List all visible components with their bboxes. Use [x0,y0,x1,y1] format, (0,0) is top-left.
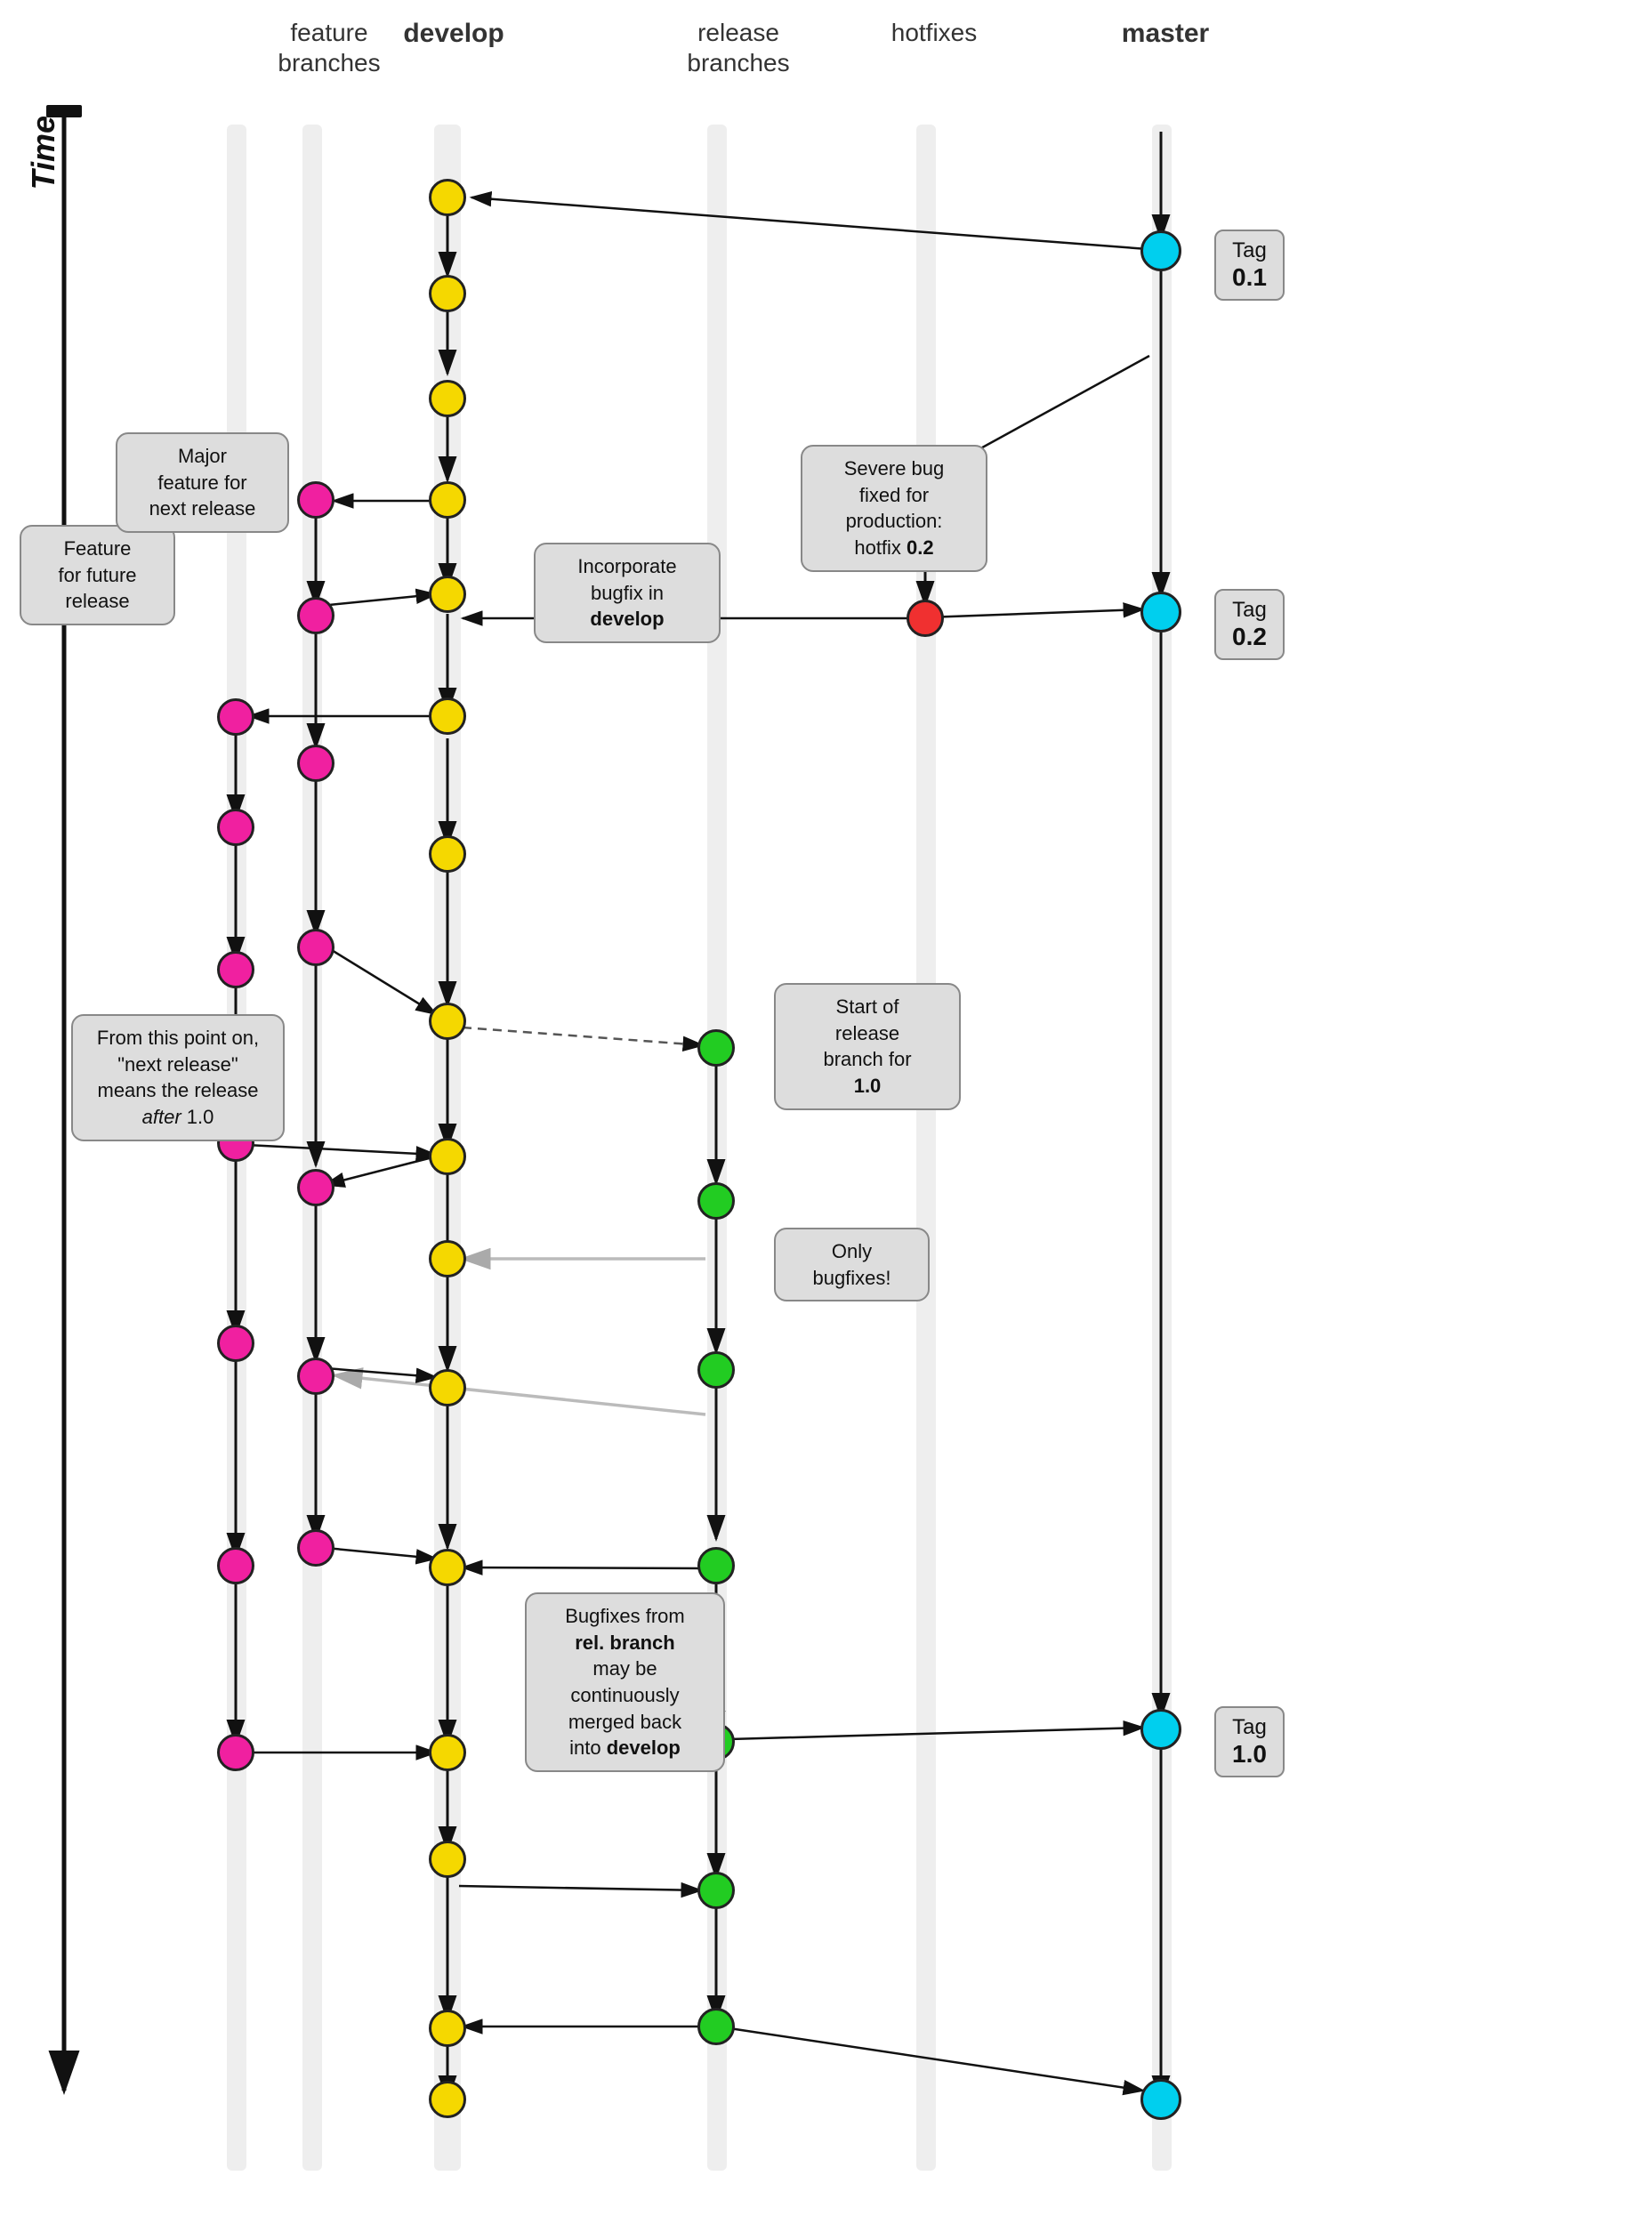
callout-severe-bug: Severe bugfixed forproduction:hotfix 0.2 [801,445,987,572]
node-fl-7 [217,1734,254,1771]
node-develop-1 [429,179,466,216]
node-develop-8 [429,1003,466,1040]
node-master-10 [1140,1709,1181,1750]
node-master-01 [1140,230,1181,271]
node-rel-7 [697,2008,735,2045]
callout-major-feature: Majorfeature fornext release [116,432,289,533]
node-develop-12 [429,1549,466,1586]
node-develop-7 [429,835,466,873]
tag-02-value: 0.2 [1232,623,1267,651]
tag-02: Tag 0.2 [1214,589,1285,660]
node-develop-11 [429,1369,466,1406]
node-develop-2 [429,275,466,312]
node-develop-15 [429,2010,466,2047]
node-fl-6 [217,1547,254,1584]
node-rel-1 [697,1029,735,1067]
node-develop-5 [429,576,466,613]
callout-bugfixes-from-rel: Bugfixes fromrel. branchmay becontinuous… [525,1592,725,1772]
node-fr-1 [297,481,334,519]
node-develop-3 [429,380,466,417]
tag-01-value: 0.1 [1232,263,1267,292]
node-develop-14 [429,1841,466,1878]
node-fr-3 [297,745,334,782]
diagram: featurebranches develop releasebranches … [0,0,1652,2224]
callout-start-release: Start ofreleasebranch for1.0 [774,983,961,1110]
node-develop-4 [429,481,466,519]
tag-10-label: Tag [1232,1715,1267,1740]
tag-10: Tag 1.0 [1214,1706,1285,1777]
callout-only-bugfixes: Onlybugfixes! [774,1228,930,1301]
node-master-end [1140,2079,1181,2120]
node-develop-10 [429,1240,466,1277]
callout-incorporate-bugfix: Incorporatebugfix indevelop [534,543,721,643]
node-fl-1 [217,698,254,736]
node-fl-2 [217,809,254,846]
tag-10-value: 1.0 [1232,1740,1267,1769]
node-fr-7 [297,1529,334,1567]
tag-01-label: Tag [1232,238,1267,263]
node-rel-2 [697,1182,735,1220]
node-develop-9 [429,1138,466,1175]
node-develop-16 [429,2081,466,2118]
node-rel-6 [697,1872,735,1909]
node-rel-3 [697,1351,735,1389]
node-master-02 [1140,592,1181,633]
tag-01: Tag 0.1 [1214,230,1285,301]
node-fr-2 [297,597,334,634]
node-develop-6 [429,697,466,735]
node-fr-4 [297,929,334,966]
node-fl-5 [217,1325,254,1362]
tag-02-label: Tag [1232,598,1267,623]
node-hotfix-1 [907,600,944,637]
node-rel-4 [697,1547,735,1584]
node-fl-3 [217,951,254,988]
node-develop-13 [429,1734,466,1771]
node-fr-6 [297,1358,334,1395]
callout-next-release: From this point on,"next release"means t… [71,1014,285,1141]
callout-feature-future: Featurefor futurerelease [20,525,175,625]
node-fr-5 [297,1169,334,1206]
